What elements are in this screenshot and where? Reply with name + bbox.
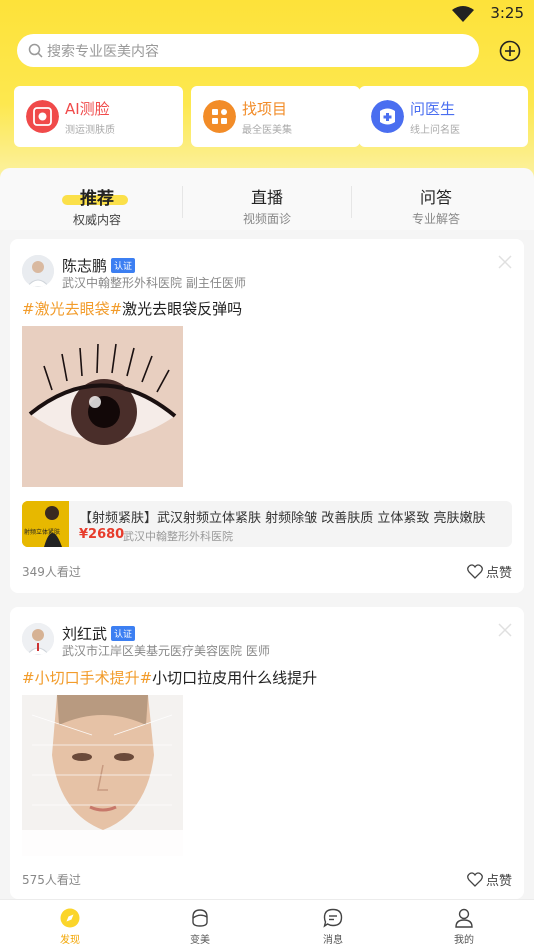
- nav-label: 消息: [323, 935, 343, 946]
- quick-link-subtitle: 线上问名医: [410, 125, 460, 136]
- quick-link-subtitle: 最全医美集: [242, 125, 292, 136]
- search-placeholder: 搜索专业医美内容: [47, 44, 159, 60]
- face-icon: [192, 909, 208, 927]
- view-count: 349人看过: [22, 565, 81, 579]
- post-image-face[interactable]: [22, 695, 183, 856]
- user-icon: [455, 908, 473, 928]
- post-card[interactable]: 刘红武 认证 武汉市江岸区美基元医疗美容医院 医师 #小切口手术提升#小切口拉皮…: [10, 607, 524, 899]
- quick-link-title: 找项目: [242, 100, 288, 118]
- tab-divider: [351, 186, 352, 218]
- like-button[interactable]: 点赞: [467, 870, 512, 889]
- nav-label: 我的: [454, 935, 474, 946]
- add-circle-icon[interactable]: [499, 40, 521, 62]
- post-title-text: 小切口拉皮用什么线提升: [152, 669, 318, 687]
- nav-label: 变美: [190, 935, 210, 946]
- nav-label: 发现: [60, 935, 80, 946]
- quick-link-ask-doctor[interactable]: 问医生 线上问名医: [359, 86, 528, 147]
- wifi-icon: [452, 6, 474, 22]
- product-link[interactable]: 射频立体紧肤 【射频紧肤】武汉射频立体紧肤 射频除皱 改善肤质 立体紧致 亮肤嫩…: [22, 501, 512, 547]
- content-tabs: 推荐 权威内容 直播 视频面诊 问答 专业解答: [0, 168, 534, 230]
- post-hashtag[interactable]: #小切口手术提升#: [22, 669, 152, 687]
- like-label: 点赞: [485, 874, 512, 889]
- doctor-name[interactable]: 刘红武: [62, 623, 107, 644]
- quick-link-find-project[interactable]: 找项目 最全医美集: [191, 86, 360, 147]
- grid-icon: [203, 100, 236, 133]
- bottom-navigation: 发现 变美 消息 我的: [0, 899, 534, 949]
- search-row: 搜索专业医美内容: [17, 34, 521, 67]
- view-count: 575人看过: [22, 873, 81, 887]
- heart-icon: [467, 564, 483, 579]
- product-hospital: 武汉中翰整形外科医院: [123, 530, 233, 543]
- close-icon[interactable]: [498, 255, 512, 269]
- doctor-hospital: 武汉市江岸区美基元医疗美容医院 医师: [62, 644, 270, 658]
- verified-badge: 认证: [111, 258, 136, 273]
- post-image-eye[interactable]: [22, 326, 183, 487]
- product-thumbnail: 射频立体紧肤: [22, 501, 69, 547]
- tab-label: 推荐: [80, 189, 114, 209]
- avatar[interactable]: [22, 255, 54, 287]
- search-input[interactable]: 搜索专业医美内容: [17, 34, 479, 67]
- tab-qa[interactable]: 问答 专业解答: [376, 184, 496, 227]
- post-title[interactable]: #小切口手术提升#小切口拉皮用什么线提升: [22, 667, 317, 688]
- status-time: 3:25: [490, 4, 524, 22]
- tab-label: 直播: [250, 188, 283, 207]
- product-price: ¥2680: [79, 527, 125, 542]
- chat-icon: [323, 908, 343, 928]
- post-hashtag[interactable]: #激光去眼袋#: [22, 300, 122, 318]
- nav-messages[interactable]: 消息: [293, 908, 373, 946]
- tab-sublabel: 权威内容: [72, 213, 121, 227]
- post-card[interactable]: 陈志鹏 认证 武汉中翰整形外科医院 副主任医师 #激光去眼袋#激光去眼袋反弹吗: [10, 239, 524, 593]
- search-icon: [28, 43, 43, 58]
- product-thumb-text: 射频立体紧肤: [24, 529, 61, 536]
- tab-live[interactable]: 直播 视频面诊: [207, 184, 327, 227]
- quick-link-ai-face[interactable]: AI测脸 测运测肤质: [14, 86, 183, 147]
- doctor-icon: [371, 100, 404, 133]
- face-scan-icon: [26, 100, 59, 133]
- tab-recommend[interactable]: 推荐 权威内容: [37, 184, 157, 228]
- nav-discover[interactable]: 发现: [30, 908, 110, 946]
- tab-label: 问答: [419, 188, 452, 207]
- product-name: 【射频紧肤】武汉射频立体紧肤 射频除皱 改善肤质 立体紧致 亮肤嫩肤: [79, 511, 486, 526]
- doctor-hospital: 武汉中翰整形外科医院 副主任医师: [62, 276, 246, 290]
- avatar[interactable]: [22, 623, 54, 655]
- tab-divider: [182, 186, 183, 218]
- doctor-name[interactable]: 陈志鹏: [62, 255, 107, 276]
- tab-sublabel: 专业解答: [411, 212, 460, 226]
- close-icon[interactable]: [498, 623, 512, 637]
- post-title[interactable]: #激光去眼袋#激光去眼袋反弹吗: [22, 298, 242, 319]
- compass-icon: [60, 908, 80, 928]
- nav-profile[interactable]: 我的: [424, 908, 504, 946]
- nav-beauty[interactable]: 变美: [160, 908, 240, 946]
- tab-sublabel: 视频面诊: [242, 212, 291, 226]
- heart-icon: [467, 872, 483, 887]
- quick-link-subtitle: 测运测肤质: [65, 125, 115, 136]
- like-button[interactable]: 点赞: [467, 562, 512, 581]
- quick-link-title: 问医生: [410, 100, 456, 118]
- quick-link-title: AI测脸: [65, 100, 110, 118]
- status-bar: 3:25: [0, 0, 534, 30]
- like-label: 点赞: [485, 566, 512, 581]
- post-title-text: 激光去眼袋反弹吗: [122, 300, 243, 318]
- verified-badge: 认证: [111, 626, 136, 641]
